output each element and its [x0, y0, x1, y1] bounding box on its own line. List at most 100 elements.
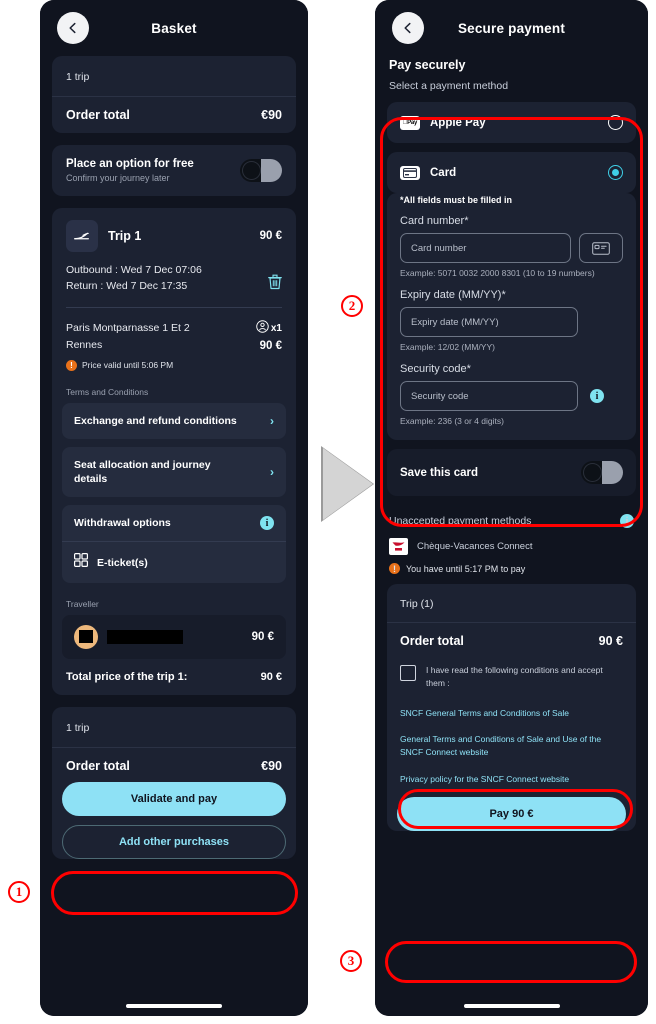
pay-button[interactable]: Pay 90 € [397, 796, 626, 831]
payment-screen: Secure payment Pay securely Select a pay… [375, 0, 648, 1016]
route-destination-row: Rennes 90 € [66, 338, 282, 355]
chevron-left-icon [402, 22, 414, 34]
card-number-label: Card number* [400, 215, 469, 227]
traveller-card[interactable]: 90 € [62, 615, 286, 660]
expiry-label: Expiry date (MM/YY)* [400, 289, 506, 301]
back-button[interactable] [57, 12, 89, 44]
basket-summary-bottom: 1 trip Order total €90 Validate and pay … [52, 707, 296, 860]
terms-item-label: E-ticket(s) [97, 556, 148, 569]
sncf-logo-icon [389, 538, 408, 555]
card-form: *All fields must be filled in Card numbe… [387, 193, 636, 440]
order-total-value: 90 € [598, 634, 623, 648]
payment-method-card[interactable]: Card [387, 152, 636, 193]
link-privacy-policy[interactable]: Privacy policy for the SNCF Connect webs… [387, 766, 636, 797]
trip-return: Return : Wed 7 Dec 17:35 [66, 280, 188, 293]
avatar [74, 625, 98, 650]
link-sncf-connect-gtcsu[interactable]: General Terms and Conditions of Sale and… [387, 726, 636, 766]
order-total-row: Order total €90 [52, 97, 296, 133]
alert-icon: ! [66, 359, 77, 371]
consent-label: I have read the following conditions and… [426, 665, 603, 688]
terms-item-seat[interactable]: Seat allocation and journey details › [62, 446, 286, 498]
link-sncf-gtcs[interactable]: SNCF General Terms and Conditions of Sal… [387, 700, 636, 727]
terms-item-withdrawal[interactable]: Withdrawal options i [62, 505, 286, 541]
payment-header: Secure payment [387, 0, 636, 56]
divider [66, 306, 282, 308]
free-option-toggle[interactable] [240, 159, 282, 182]
validate-and-pay-button[interactable]: Validate and pay [62, 782, 286, 817]
order-total-row: Order total 90 € [387, 623, 636, 652]
save-card-label: Save this card [400, 466, 478, 479]
eticket-row: E-ticket(s) [74, 553, 148, 572]
order-total-label: Order total [66, 759, 130, 774]
passenger-count-label: x1 [270, 323, 282, 335]
card-number-hint: Example: 5071 0032 2000 8301 (10 to 19 n… [400, 268, 595, 278]
consent-row[interactable]: I have read the following conditions and… [387, 652, 636, 700]
card-number-input[interactable]: Card number [400, 233, 571, 263]
basket-screen: Basket 1 trip Order total €90 Place an o… [40, 0, 308, 1016]
apple-pay-icon: Pay [400, 115, 420, 130]
screenshot-stage: Basket 1 trip Order total €90 Place an o… [0, 0, 656, 1024]
card-number-row: Card number [400, 233, 623, 263]
terms-item-eticket[interactable]: E-ticket(s) [62, 542, 286, 583]
terms-group: Withdrawal options i E-ticket(s) [62, 505, 286, 584]
phone-basket-screen: Basket 1 trip Order total €90 Place an o… [40, 0, 308, 1016]
trips-count-label: 1 trip [66, 722, 90, 735]
payment-method-label: Apple Pay [430, 116, 486, 129]
chevron-right-icon: › [270, 413, 274, 428]
payment-method-label: Card [430, 166, 457, 179]
trips-count-label: 1 trip [66, 71, 90, 83]
chevron-left-icon [67, 22, 79, 34]
save-card-row[interactable]: Save this card [387, 449, 636, 496]
trip-name: Trip 1 [108, 229, 142, 243]
back-button[interactable] [392, 12, 424, 44]
card-scan-icon[interactable] [579, 233, 623, 263]
trips-count-label: Trip (1) [400, 598, 434, 610]
trash-icon[interactable] [268, 274, 282, 295]
annotation-marker-1: 1 [8, 881, 30, 903]
terms-item-exchange[interactable]: Exchange and refund conditions › [62, 402, 286, 439]
add-other-purchases-button[interactable]: Add other purchases [62, 825, 286, 860]
payment-timer-row: ! You have until 5:17 PM to pay [387, 563, 636, 584]
security-code-row: Security code i [400, 381, 623, 411]
trip-total-label: Total price of the trip 1: [66, 671, 188, 684]
expiry-input[interactable]: Expiry date (MM/YY) [400, 307, 578, 337]
route-origin-row: Paris Montparnasse 1 Et 2 x1 [66, 319, 282, 338]
payment-method-apple-pay[interactable]: Pay Apple Pay [387, 102, 636, 143]
redaction-box [79, 630, 93, 644]
unaccepted-methods-label: Unaccepted payment methods [389, 515, 532, 527]
info-icon[interactable]: i [620, 514, 634, 528]
credit-card-icon [400, 165, 420, 180]
info-icon[interactable]: i [260, 516, 274, 531]
order-total-label: Order total [400, 634, 464, 648]
consent-checkbox[interactable] [400, 665, 416, 681]
order-total-value: €90 [261, 108, 282, 122]
payment-method-radio[interactable] [608, 115, 623, 130]
cheque-vacances-row: Chèque-Vacances Connect [387, 538, 636, 563]
trip-price: 90 € [259, 230, 282, 242]
save-card-toggle[interactable] [581, 461, 623, 484]
train-icon [66, 220, 98, 252]
info-icon[interactable]: i [590, 389, 604, 403]
security-code-input[interactable]: Security code [400, 381, 578, 411]
traveller-price: 90 € [251, 631, 274, 644]
unaccepted-methods-row: Unaccepted payment methods i [387, 510, 636, 538]
trip-header: Trip 1 90 € [52, 208, 296, 260]
required-fields-note: *All fields must be filled in [400, 195, 513, 205]
order-total-row: Order total €90 [52, 748, 296, 782]
free-option-row: Place an option for free Confirm your jo… [52, 145, 296, 196]
person-icon [256, 319, 269, 338]
select-payment-method-label: Select a payment method [389, 80, 509, 92]
terms-item-label: Seat allocation and journey details [74, 458, 211, 486]
expiry-hint: Example: 12/02 (MM/YY) [400, 342, 495, 352]
home-indicator [126, 1004, 222, 1008]
triangle-right-icon [323, 448, 373, 520]
trip-total-row: Total price of the trip 1: 90 € [52, 659, 296, 695]
trips-count-row: 1 trip [52, 707, 296, 747]
qr-code-icon [74, 553, 89, 572]
trips-count-row: Trip (1) [387, 584, 636, 622]
traveller-name-redacted [107, 630, 183, 645]
free-option-card[interactable]: Place an option for free Confirm your jo… [52, 145, 296, 196]
trip-card: Trip 1 90 € Outbound : Wed 7 Dec 07:06 R… [52, 208, 296, 696]
payment-method-radio[interactable] [608, 165, 623, 180]
payment-summary-card: Trip (1) Order total 90 € I have read th… [387, 584, 636, 831]
